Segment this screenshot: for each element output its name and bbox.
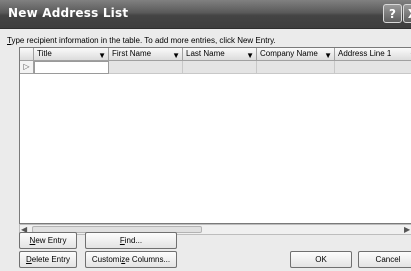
instruction-rest: ype recipient information in the table. … <box>11 36 276 45</box>
column-header-company-name[interactable]: Company Name ▼ <box>257 48 335 61</box>
title-bar[interactable]: New Address List ? X <box>0 0 411 29</box>
find-button[interactable]: Find... <box>85 232 177 249</box>
new-address-list-dialog: New Address List ? X Type recipient info… <box>0 0 411 271</box>
table-cell[interactable] <box>183 61 257 74</box>
new-entry-button[interactable]: New Entry <box>19 232 77 249</box>
instruction-text: Type recipient information in the table.… <box>7 36 276 45</box>
column-header-label: Last Name <box>186 49 225 58</box>
close-button[interactable]: X <box>403 4 411 23</box>
customize-columns-button[interactable]: Customize Columns... <box>85 251 177 268</box>
table-cell[interactable] <box>109 61 183 74</box>
button-label: e Columns... <box>125 255 171 264</box>
column-header-address-line-1[interactable]: Address Line 1 ▼ <box>335 48 411 61</box>
row-header-corner <box>20 48 34 61</box>
button-label: ew Entry <box>35 236 67 245</box>
table-cell[interactable] <box>335 61 411 74</box>
button-label: Customi <box>91 255 122 264</box>
column-header-label: Address Line 1 <box>338 49 392 58</box>
column-header-label: Company Name <box>260 49 318 58</box>
delete-entry-button[interactable]: Delete Entry <box>19 251 77 268</box>
ok-button[interactable]: OK <box>290 251 352 268</box>
column-header-label: Title <box>37 49 52 58</box>
recipient-table[interactable]: Title ▼ First Name ▼ Last Name ▼ Company… <box>19 47 411 224</box>
button-label: ind... <box>124 236 143 245</box>
scroll-right-icon[interactable]: ▶ <box>404 225 410 234</box>
horizontal-scrollbar[interactable]: ◀ ▶ <box>19 224 411 235</box>
column-header-first-name[interactable]: First Name ▼ <box>109 48 183 61</box>
column-header-last-name[interactable]: Last Name ▼ <box>183 48 257 61</box>
column-header-title[interactable]: Title ▼ <box>34 48 109 61</box>
row-selector-icon[interactable]: ▷ <box>20 61 34 74</box>
button-label: elete Entry <box>31 255 71 264</box>
cancel-button[interactable]: Cancel <box>358 251 411 268</box>
help-button[interactable]: ? <box>383 4 402 23</box>
window-title: New Address List <box>8 6 129 20</box>
table-cell[interactable] <box>34 61 109 74</box>
table-cell[interactable] <box>257 61 335 74</box>
column-header-label: First Name <box>112 49 152 58</box>
